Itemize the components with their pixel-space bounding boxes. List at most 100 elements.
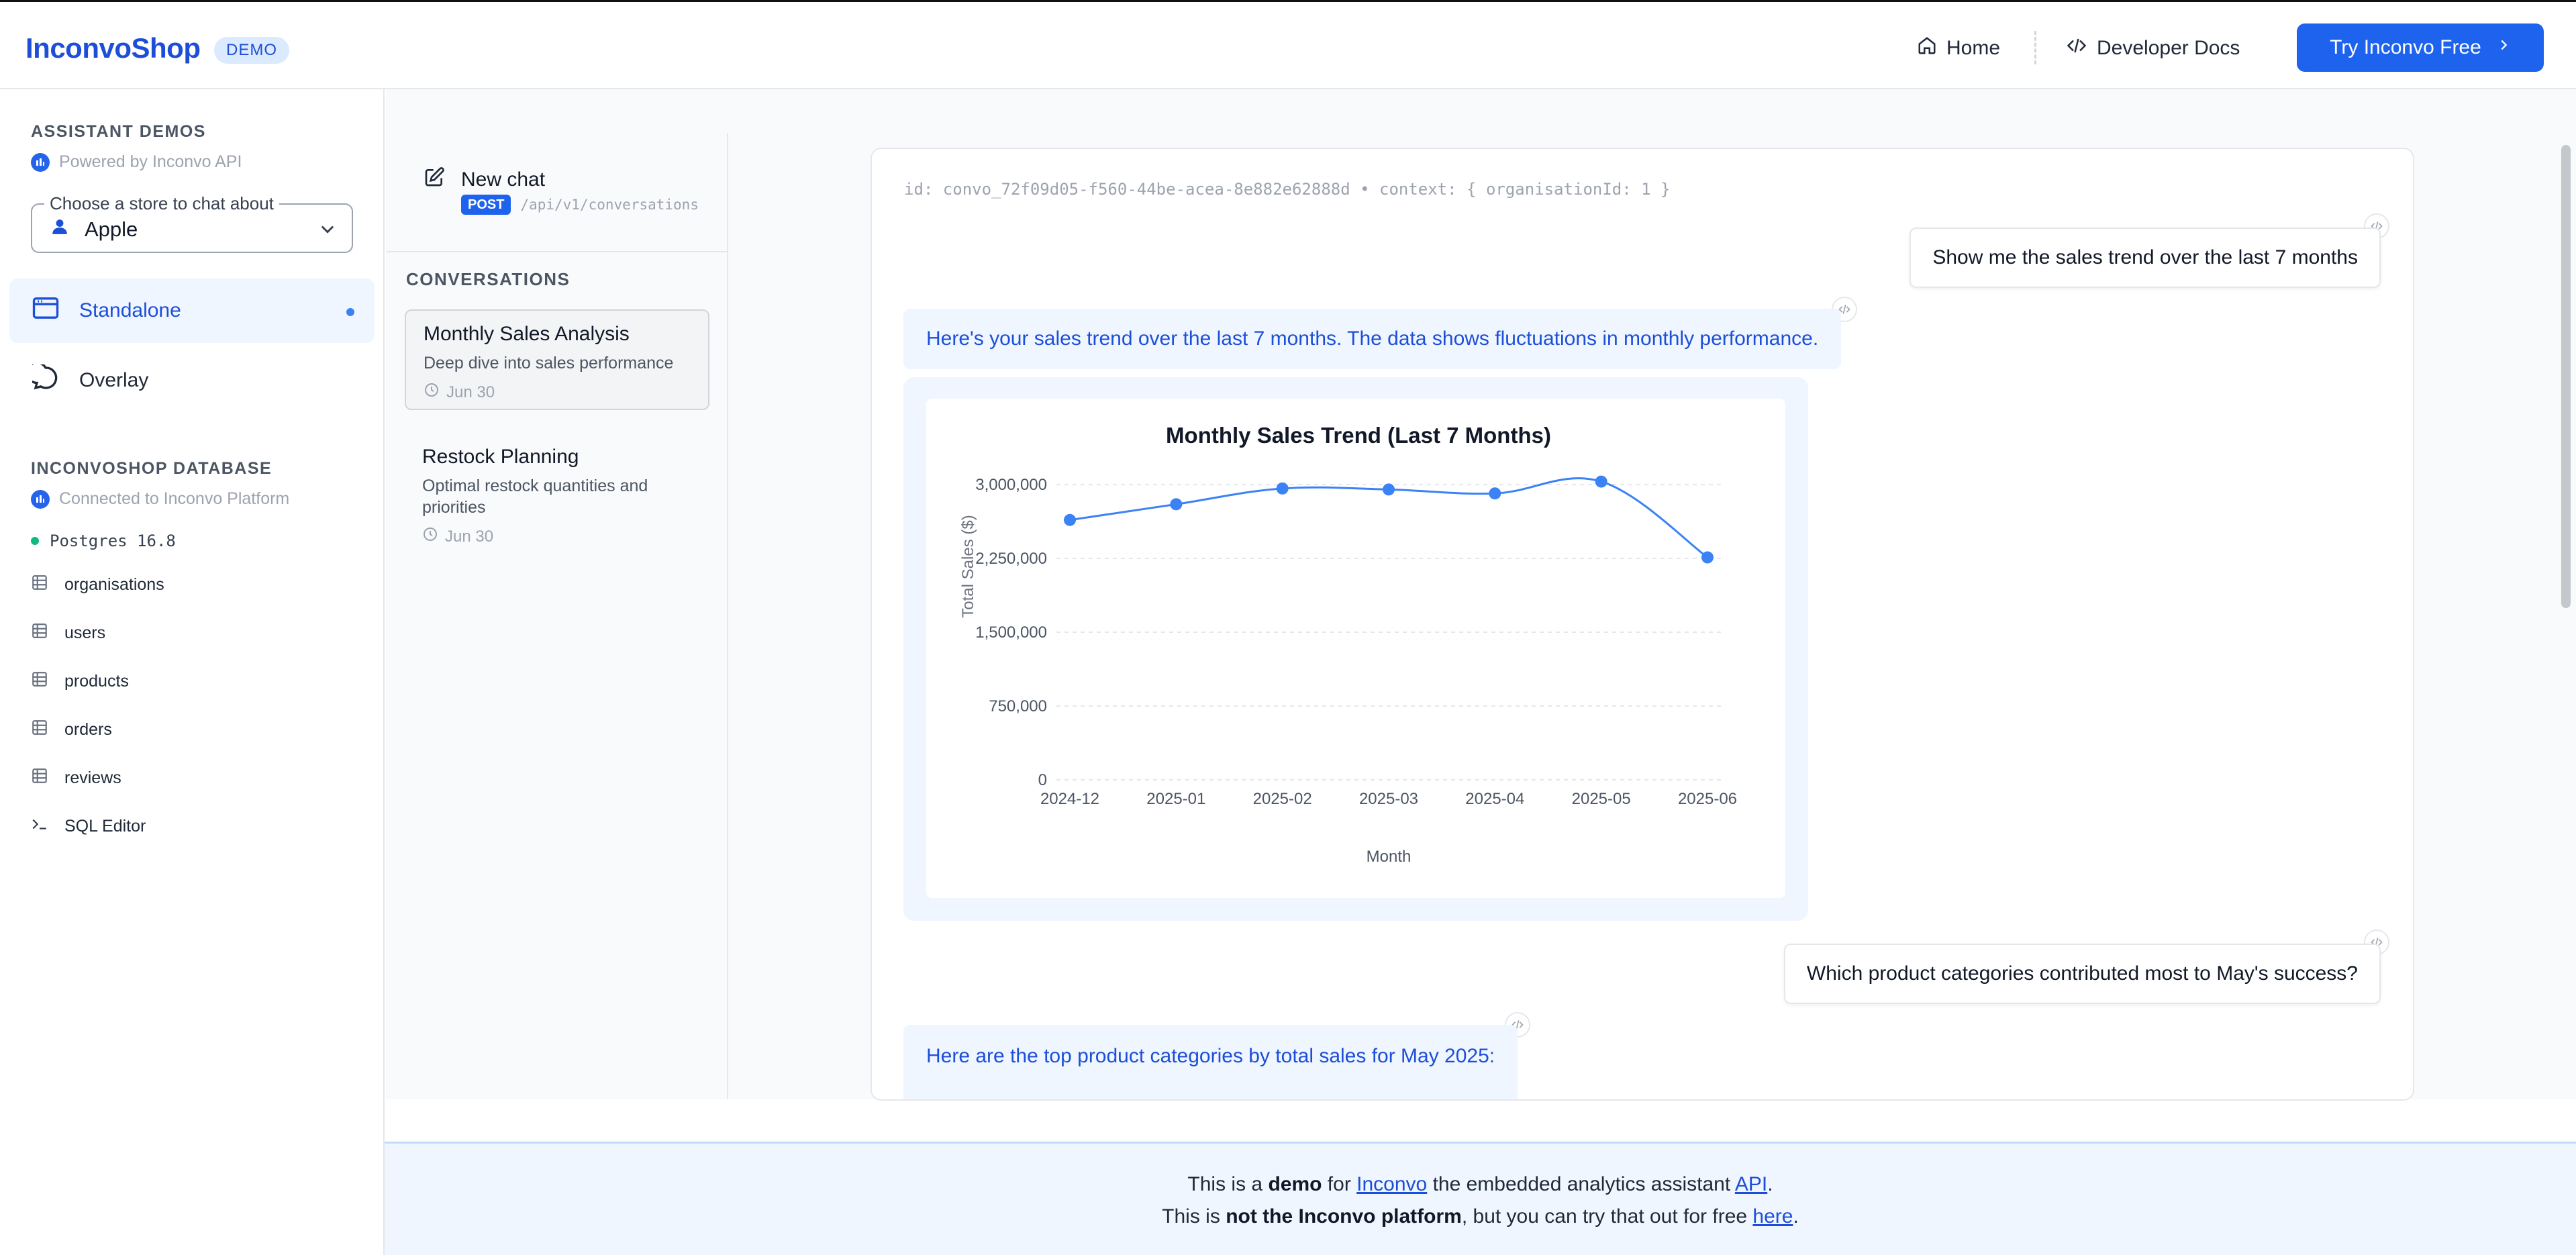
window-icon xyxy=(32,297,59,325)
conversation-date-text: Jun 30 xyxy=(445,527,494,546)
chevron-right-icon xyxy=(2496,36,2511,59)
app-root: InconvoShop DEMO Home Developer Docs Try… xyxy=(0,0,2576,1255)
y-tick-label: 3,000,000 xyxy=(975,476,1047,494)
table-item-label: users xyxy=(64,623,106,642)
store-select-value: Apple xyxy=(51,217,138,242)
brand-logo[interactable]: InconvoShop xyxy=(26,32,201,64)
inconvo-logo-icon xyxy=(31,152,50,172)
table-icon xyxy=(31,719,48,741)
footer-text: , but you can try that out for free xyxy=(1461,1205,1753,1227)
data-point[interactable] xyxy=(1701,551,1714,564)
footer-text: the embedded analytics assistant xyxy=(1427,1173,1735,1195)
db-engine-label: Postgres 16.8 xyxy=(50,532,176,550)
y-tick-label: 1,500,000 xyxy=(975,623,1047,642)
conversations-panel: New chat POST /api/v1/conversations CONV… xyxy=(386,133,728,1099)
user-message: Which product categories contributed mos… xyxy=(1783,944,2381,1004)
x-tick-label: 2025-02 xyxy=(1253,790,1312,808)
endpoint-path: /api/v1/conversations xyxy=(520,197,699,213)
conversation-subtitle: Optimal restock quantities and prioritie… xyxy=(422,476,648,517)
edit-icon xyxy=(424,166,445,193)
table-item-users[interactable]: users xyxy=(31,622,105,644)
nav-home-label: Home xyxy=(1946,37,2001,59)
assistant-message: Here are the top product categories by t… xyxy=(903,1025,1518,1099)
demo-badge: DEMO xyxy=(214,37,289,64)
nav-docs-label: Developer Docs xyxy=(2097,37,2240,59)
database-title: INCONVOSHOP DATABASE xyxy=(31,459,273,478)
conversation-item[interactable]: Monthly Sales Analysis Deep dive into sa… xyxy=(405,309,709,410)
conversation-title: Monthly Sales Analysis xyxy=(424,323,630,345)
sidebar-item-label: Overlay xyxy=(79,369,149,391)
nav-docs-link[interactable]: Developer Docs xyxy=(2066,34,2240,63)
conversation-title: Restock Planning xyxy=(422,446,579,468)
table-item-reviews[interactable]: reviews xyxy=(31,767,121,789)
divider xyxy=(386,251,727,252)
footer-line-1: This is a demo for Inconvo the embedded … xyxy=(385,1173,2576,1196)
sidebar-item-standalone[interactable]: Standalone xyxy=(9,279,375,343)
table-item-label: products xyxy=(64,672,129,691)
data-point[interactable] xyxy=(1489,487,1501,500)
chart-container: Monthly Sales Trend (Last 7 Months) 0 750… xyxy=(903,377,1808,921)
sql-editor-label: SQL Editor xyxy=(64,817,146,836)
store-select-text: Apple xyxy=(85,217,138,241)
table-item-label: reviews xyxy=(64,768,121,787)
sidebar: ASSISTANT DEMOS Powered by Inconvo API C… xyxy=(0,89,385,1255)
sidebar-item-overlay[interactable]: Overlay xyxy=(9,348,375,413)
x-tick-label: 2025-05 xyxy=(1572,790,1631,808)
clock-icon xyxy=(422,526,438,547)
conversation-item[interactable]: Restock Planning Optimal restock quantit… xyxy=(405,434,709,554)
inconvo-link[interactable]: Inconvo xyxy=(1356,1173,1427,1195)
db-engine-status: Postgres 16.8 xyxy=(31,532,176,550)
status-dot xyxy=(31,537,39,545)
data-point[interactable] xyxy=(1595,475,1607,488)
chevron-down-icon xyxy=(318,219,337,242)
conversation-id-line: id: convo_72f09d05-f560-44be-acea-8e882e… xyxy=(904,180,1671,199)
try-free-button[interactable]: Try Inconvo Free xyxy=(2297,23,2544,72)
table-item-label: orders xyxy=(64,720,112,739)
assistant-demos-title: ASSISTANT DEMOS xyxy=(31,122,206,141)
footer-banner: This is a demo for Inconvo the embedded … xyxy=(385,1142,2576,1255)
active-indicator xyxy=(346,308,354,316)
footer-line-2: This is not the Inconvo platform, but yo… xyxy=(385,1205,2576,1228)
conversation-date: Jun 30 xyxy=(424,382,691,403)
nav-home-link[interactable]: Home xyxy=(1917,34,2000,63)
x-axis-label: Month xyxy=(1367,848,1411,866)
footer-text: This is a xyxy=(1187,1173,1269,1195)
footer-bold: demo xyxy=(1268,1173,1322,1195)
top-header: InconvoShop DEMO Home Developer Docs Try… xyxy=(0,4,2576,89)
new-chat-label: New chat xyxy=(461,168,546,191)
table-item-organisations[interactable]: organisations xyxy=(31,574,164,596)
try-free-label: Try Inconvo Free xyxy=(2330,36,2481,58)
x-tick-label: 2025-04 xyxy=(1465,790,1524,808)
api-link[interactable]: API xyxy=(1735,1173,1767,1195)
y-tick-label: 0 xyxy=(1038,771,1047,789)
data-point[interactable] xyxy=(1064,513,1076,526)
table-icon xyxy=(31,622,48,644)
nav-divider xyxy=(2034,31,2036,64)
new-chat-button[interactable]: New chat xyxy=(424,166,545,193)
assistant-message: Here's your sales trend over the last 7 … xyxy=(903,309,1842,369)
here-link[interactable]: here xyxy=(1752,1205,1793,1227)
footer-text: . xyxy=(1767,1173,1773,1195)
clock-icon xyxy=(424,382,440,403)
data-point[interactable] xyxy=(1383,483,1395,496)
database-subtitle-text: Connected to Inconvo Platform xyxy=(59,489,290,508)
assistant-demos-subtitle: Powered by Inconvo API xyxy=(31,152,242,172)
scrollbar-thumb[interactable] xyxy=(2561,145,2571,608)
user-message: Show me the sales trend over the last 7 … xyxy=(1910,228,2381,288)
table-item-label: organisations xyxy=(64,575,164,594)
data-point[interactable] xyxy=(1276,482,1289,495)
table-item-products[interactable]: products xyxy=(31,670,129,693)
table-icon xyxy=(31,574,48,596)
footer-text: for xyxy=(1322,1173,1357,1195)
table-icon xyxy=(31,767,48,789)
store-select[interactable]: Choose a store to chat about Apple xyxy=(31,193,353,253)
table-item-orders[interactable]: orders xyxy=(31,719,112,741)
database-subtitle: Connected to Inconvo Platform xyxy=(31,489,289,509)
store-select-legend: Choose a store to chat about xyxy=(44,193,279,214)
inconvo-logo-icon xyxy=(31,489,50,509)
footer-text: This is xyxy=(1162,1205,1226,1227)
assistant-demos-subtitle-text: Powered by Inconvo API xyxy=(59,152,242,171)
conversation-date: Jun 30 xyxy=(422,526,692,547)
sql-editor-link[interactable]: SQL Editor xyxy=(31,815,146,838)
data-point[interactable] xyxy=(1170,498,1183,511)
